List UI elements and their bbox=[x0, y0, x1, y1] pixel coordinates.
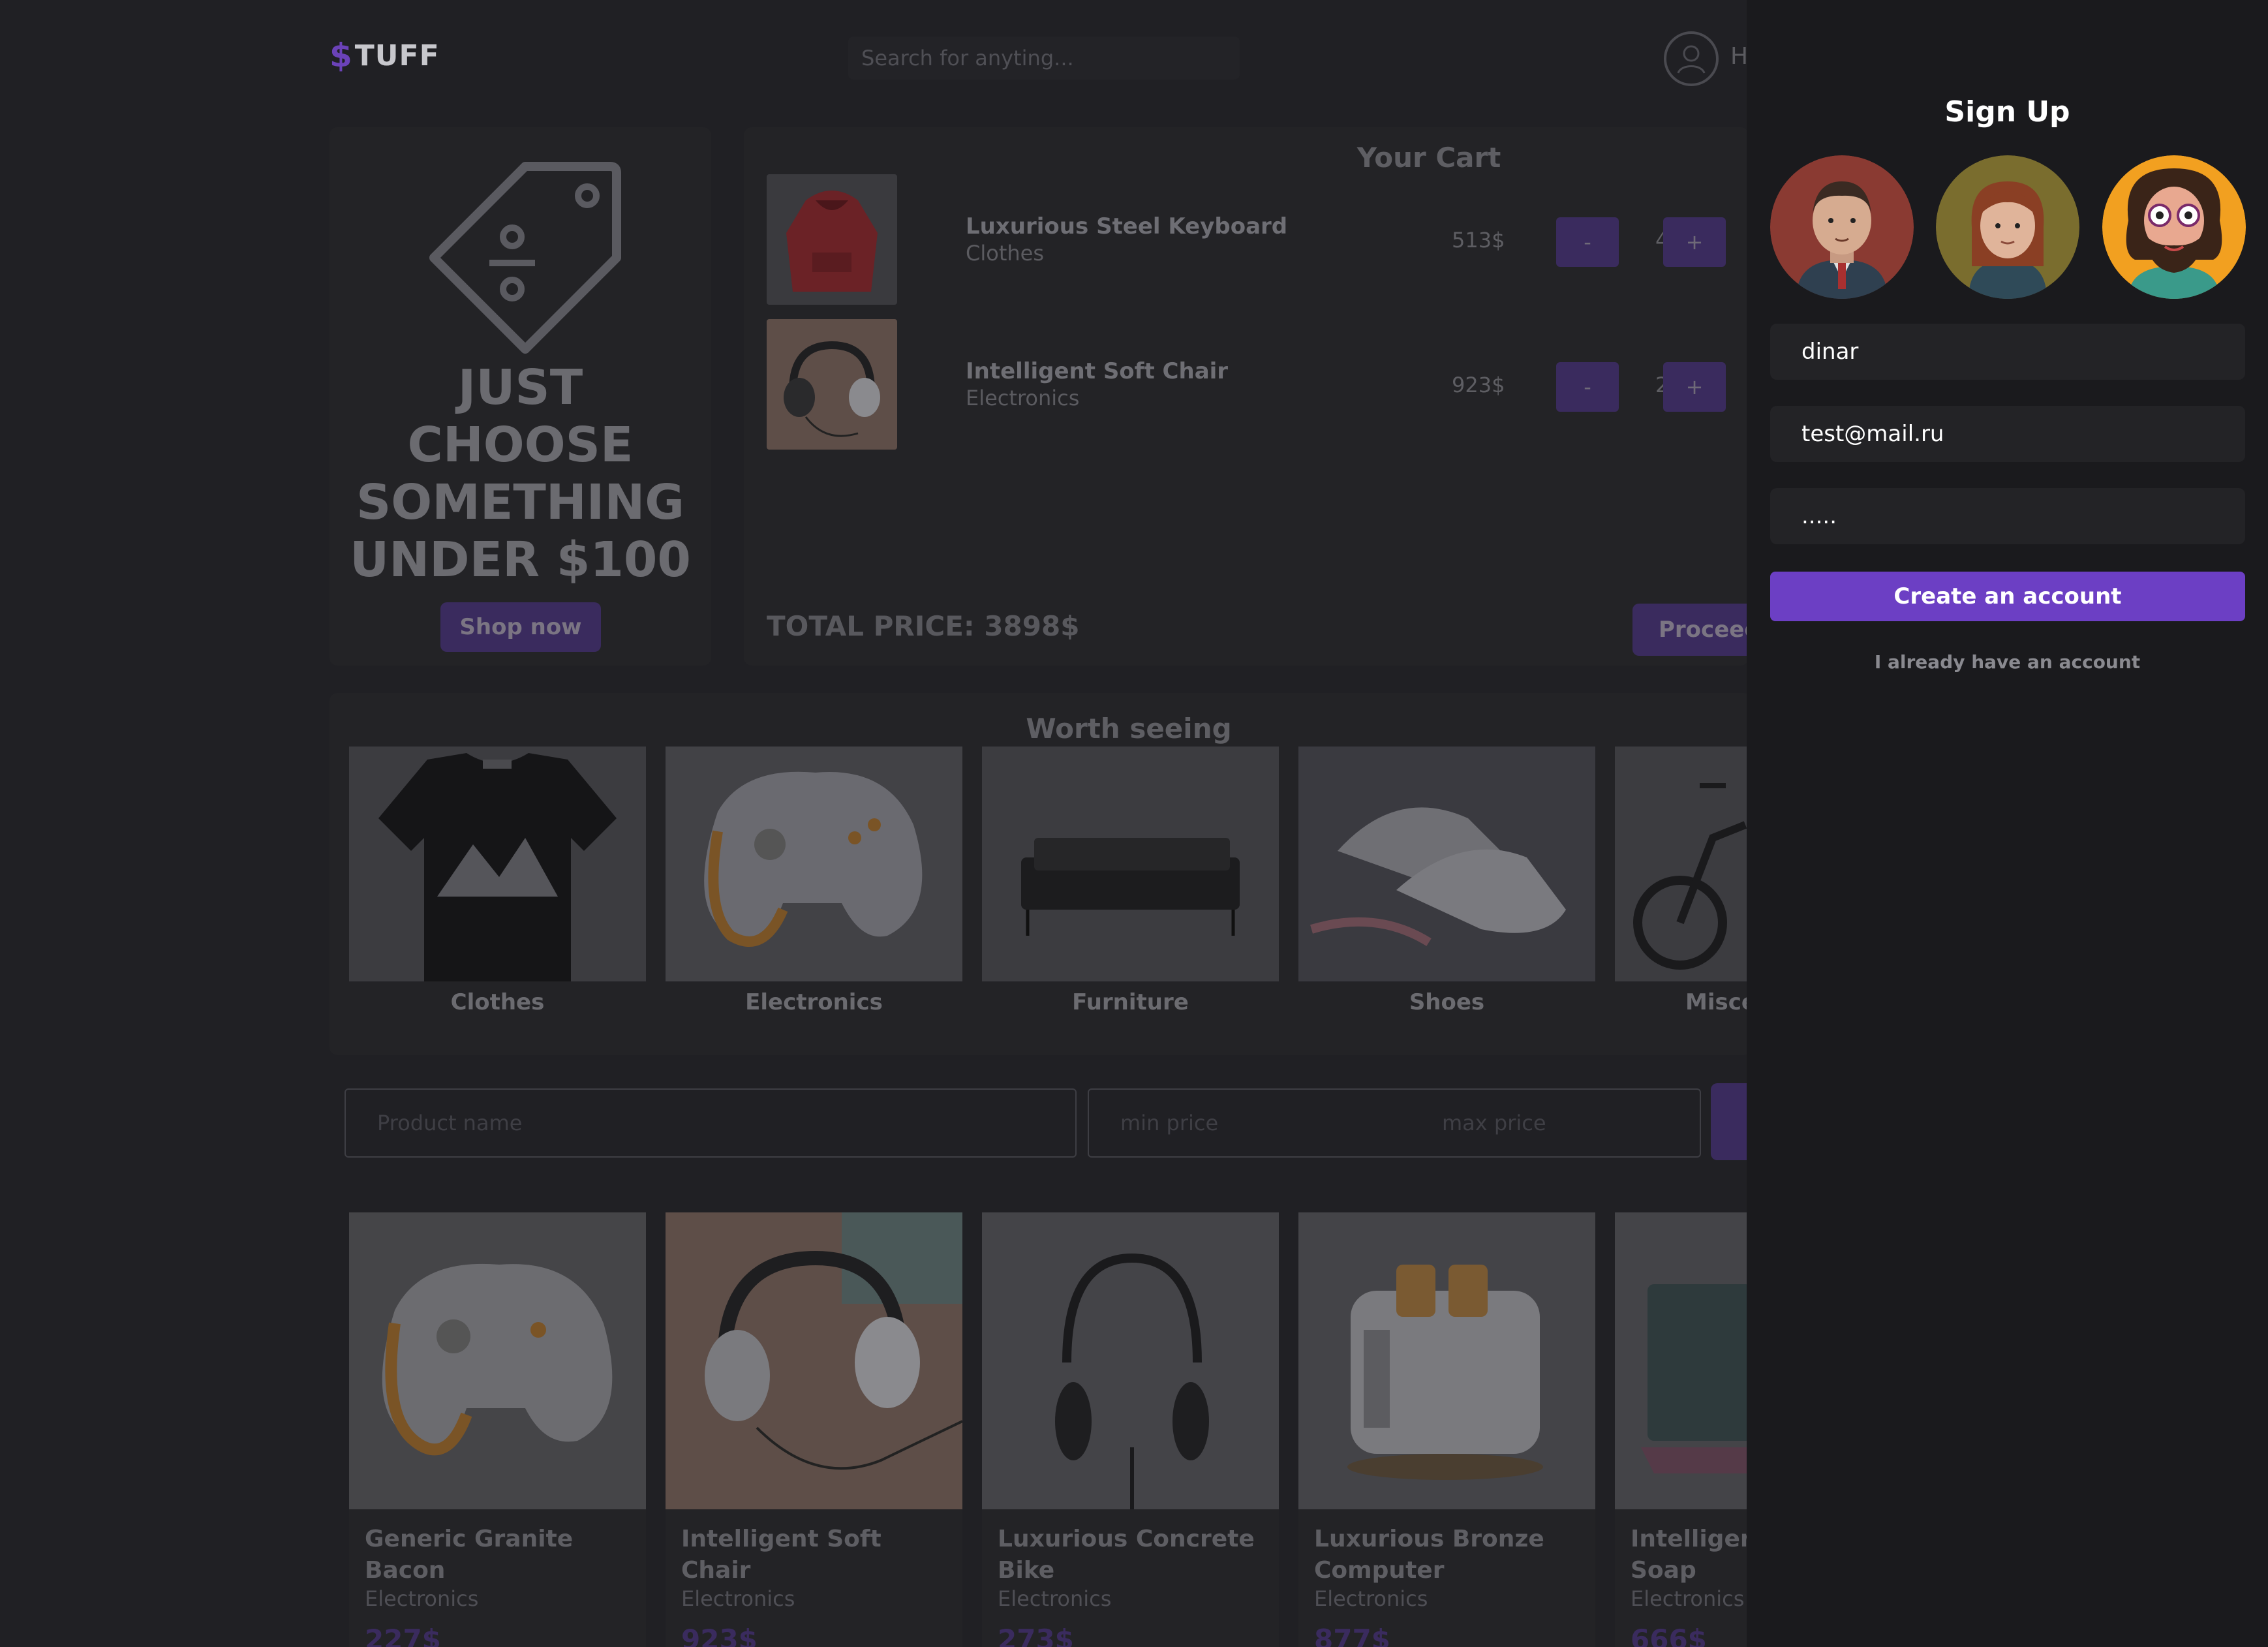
cart-item: Intelligent Soft Chair Electronics 923$ … bbox=[767, 319, 1745, 450]
cart-item-category: Clothes bbox=[966, 241, 1044, 266]
product-price: 273$ bbox=[998, 1624, 1074, 1647]
modal-title: Sign Up bbox=[1944, 95, 2070, 129]
cart-item-price: 513$ bbox=[1452, 228, 1505, 253]
cart-item: Luxurious Steel Keyboard Clothes 513$ - … bbox=[767, 174, 1745, 305]
category-image bbox=[349, 747, 646, 981]
cart-item-category: Electronics bbox=[966, 386, 1080, 410]
product-image bbox=[349, 1212, 646, 1509]
product-image bbox=[1615, 1212, 1752, 1509]
decrease-qty-button[interactable]: - bbox=[1556, 362, 1619, 412]
product-category: Electronics bbox=[365, 1586, 479, 1611]
category-image bbox=[1298, 747, 1595, 981]
email-input[interactable] bbox=[1770, 406, 2245, 462]
email-field bbox=[1770, 406, 2245, 462]
cart-item-price: 923$ bbox=[1452, 373, 1505, 397]
search-bar bbox=[848, 37, 1240, 80]
signup-modal: Sign Up dinar test@mail.ru ..... Create … bbox=[1747, 0, 2268, 1647]
name-field bbox=[1770, 324, 2245, 380]
product-card[interactable]: Luxurious Concrete Bike Electronics 273$ bbox=[982, 1212, 1279, 1647]
name-input[interactable] bbox=[1770, 324, 2245, 380]
promo-title-line: CHOOSE bbox=[407, 417, 634, 473]
avatar-option-bearded[interactable] bbox=[2102, 155, 2246, 299]
max-price-input[interactable] bbox=[1396, 1090, 1700, 1156]
category-label: Electronics bbox=[745, 989, 883, 1015]
logo-text: TUFF bbox=[354, 38, 440, 72]
product-card[interactable]: Intelligent Soap Electronics 666$ bbox=[1615, 1212, 1752, 1647]
category-label: Clothes bbox=[450, 989, 545, 1015]
product-category: Electronics bbox=[1314, 1586, 1428, 1611]
cart-panel: Your Cart Luxurious Steel Keyboard Cloth… bbox=[744, 127, 1789, 666]
shop-now-button[interactable]: Shop now bbox=[440, 602, 601, 652]
category-image bbox=[1615, 747, 1752, 981]
promo-title: JUST CHOOSE SOMETHING UNDER $100 bbox=[329, 359, 711, 589]
product-card[interactable]: Generic Granite Bacon Electronics 227$ bbox=[349, 1212, 646, 1647]
create-account-button[interactable]: Create an account bbox=[1770, 572, 2245, 621]
product-card[interactable]: Intelligent Soft Chair Electronics 923$ bbox=[666, 1212, 962, 1647]
category-image bbox=[666, 747, 962, 981]
worth-seeing-section: Worth seeing Clothes Electronics Furnitu… bbox=[329, 693, 1752, 1055]
increase-qty-button[interactable]: + bbox=[1663, 362, 1726, 412]
logo-symbol: $ bbox=[329, 37, 352, 74]
category-label: Furniture bbox=[1072, 989, 1189, 1015]
product-image bbox=[666, 1212, 962, 1509]
section-title: Worth seeing bbox=[1026, 713, 1232, 745]
product-name: Generic Granite Bacon bbox=[365, 1526, 574, 1584]
product-category: Electronics bbox=[681, 1586, 795, 1611]
promo-title-line: JUST bbox=[457, 360, 583, 416]
cart-item-name: Luxurious Steel Keyboard bbox=[966, 213, 1288, 239]
avatar-option-man[interactable] bbox=[1770, 155, 1914, 299]
product-name-input[interactable] bbox=[346, 1090, 1075, 1156]
price-tag-icon bbox=[429, 162, 621, 354]
password-input[interactable] bbox=[1770, 488, 2245, 544]
product-name: Luxurious Concrete Bike bbox=[998, 1526, 1255, 1584]
product-name-filter bbox=[345, 1088, 1077, 1158]
cart-item-name: Intelligent Soft Chair bbox=[966, 358, 1229, 384]
user-avatar[interactable] bbox=[1664, 31, 1719, 86]
product-image bbox=[1298, 1212, 1595, 1509]
product-card[interactable]: Luxurious Bronze Computer Electronics 87… bbox=[1298, 1212, 1595, 1647]
price-filter bbox=[1088, 1088, 1701, 1158]
category-card[interactable]: Furniture bbox=[982, 747, 1279, 1015]
promo-title-line: UNDER $100 bbox=[350, 532, 691, 588]
logo[interactable]: $ TUFF bbox=[329, 37, 440, 74]
promo-title-line: SOMETHING bbox=[356, 474, 684, 531]
category-card[interactable]: Electronics bbox=[666, 747, 962, 1015]
category-card[interactable]: Clothes bbox=[349, 747, 646, 1015]
product-name: Luxurious Bronze Computer bbox=[1314, 1526, 1544, 1584]
product-price: 877$ bbox=[1314, 1624, 1390, 1647]
product-price: 227$ bbox=[365, 1624, 441, 1647]
promo-banner: JUST CHOOSE SOMETHING UNDER $100 Shop no… bbox=[329, 127, 711, 666]
category-image bbox=[982, 747, 1279, 981]
product-name: Intelligent Soft Chair bbox=[681, 1526, 881, 1584]
product-category: Electronics bbox=[1631, 1586, 1745, 1611]
product-image bbox=[982, 1212, 1279, 1509]
category-card[interactable]: Shoes bbox=[1298, 747, 1595, 1015]
decrease-qty-button[interactable]: - bbox=[1556, 217, 1619, 267]
product-category: Electronics bbox=[998, 1586, 1112, 1611]
page: $ TUFF H JUST CHOOSE SOMETHING UNDER $10… bbox=[0, 0, 2268, 1647]
product-price: 666$ bbox=[1631, 1624, 1707, 1647]
avatar-option-woman[interactable] bbox=[1936, 155, 2079, 299]
password-field bbox=[1770, 488, 2245, 544]
product-price: 923$ bbox=[681, 1624, 758, 1647]
user-name[interactable]: H bbox=[1730, 43, 1748, 70]
search-input[interactable] bbox=[848, 37, 1240, 80]
login-link[interactable]: I already have an account bbox=[1747, 651, 2268, 673]
product-name: Intelligent Soap bbox=[1631, 1526, 1752, 1584]
category-label: Misce bbox=[1685, 989, 1752, 1015]
cart-total: TOTAL PRICE: 3898$ bbox=[767, 610, 1080, 642]
increase-qty-button[interactable]: + bbox=[1663, 217, 1726, 267]
min-price-input[interactable] bbox=[1089, 1090, 1396, 1156]
category-label: Shoes bbox=[1409, 989, 1485, 1015]
cart-item-image bbox=[767, 319, 897, 450]
category-card[interactable]: Misce bbox=[1615, 747, 1752, 1015]
user-icon bbox=[1677, 45, 1706, 74]
cart-item-image bbox=[767, 174, 897, 305]
